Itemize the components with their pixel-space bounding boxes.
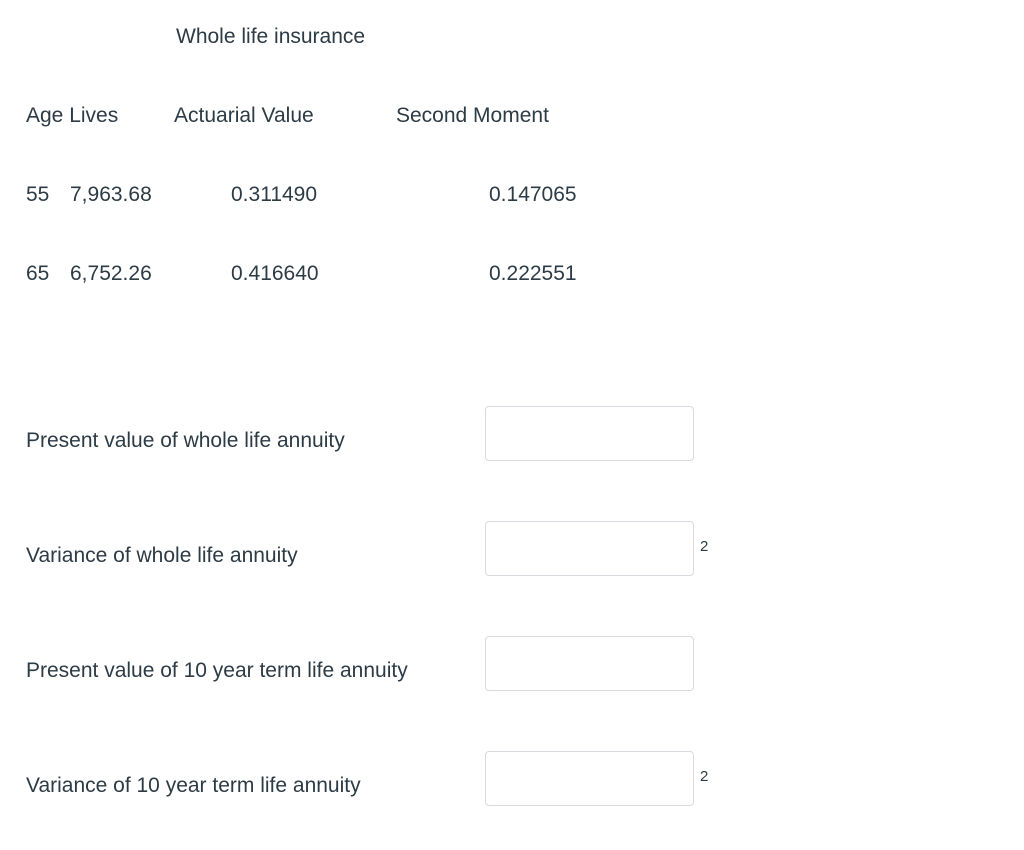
insurance-table: Age Lives Actuarial Value Second Moment … xyxy=(0,98,1024,335)
cell-age: 55 xyxy=(26,183,50,206)
variance-10-year-term-life-annuity-input[interactable] xyxy=(485,751,694,806)
field-label: Present value of whole life annuity xyxy=(26,429,345,452)
table-row: 65 6,752.26 0.416640 0.222551 xyxy=(0,256,1024,335)
form-row-present-value-whole-life-annuity: Present value of whole life annuity xyxy=(0,390,1024,505)
present-value-10-year-term-life-annuity-input[interactable] xyxy=(485,636,694,691)
cell-actuarial-value: 0.311490 xyxy=(231,183,318,206)
column-header-second-moment: Second Moment xyxy=(396,104,549,127)
form-row-present-value-10-year-term-life-annuity: Present value of 10 year term life annui… xyxy=(0,620,1024,735)
column-header-actuarial-value: Actuarial Value xyxy=(174,104,314,127)
page-title: Whole life insurance xyxy=(176,25,366,48)
field-label: Present value of 10 year term life annui… xyxy=(26,659,408,682)
superscript-two: 2 xyxy=(700,538,709,555)
cell-actuarial-value: 0.416640 xyxy=(231,262,319,285)
cell-lives: 6,752.26 xyxy=(70,262,152,285)
cell-lives: 7,963.68 xyxy=(70,183,152,206)
superscript-two: 2 xyxy=(700,768,709,785)
present-value-whole-life-annuity-input[interactable] xyxy=(485,406,694,461)
form-row-variance-whole-life-annuity: Variance of whole life annuity 2 xyxy=(0,505,1024,620)
field-label: Variance of 10 year term life annuity xyxy=(26,774,361,797)
cell-second-moment: 0.222551 xyxy=(489,262,577,285)
form-row-variance-10-year-term-life-annuity: Variance of 10 year term life annuity 2 xyxy=(0,735,1024,850)
answer-form: Present value of whole life annuity Vari… xyxy=(0,390,1024,850)
cell-second-moment: 0.147065 xyxy=(489,183,577,206)
column-header-age-lives: Age Lives xyxy=(26,104,119,127)
worksheet-page: Whole life insurance Age Lives Actuarial… xyxy=(0,0,1024,840)
cell-age: 65 xyxy=(26,262,50,285)
variance-whole-life-annuity-input[interactable] xyxy=(485,521,694,576)
field-label: Variance of whole life annuity xyxy=(26,544,298,567)
table-row: 55 7,963.68 0.311490 0.147065 xyxy=(0,177,1024,256)
table-header-row: Age Lives Actuarial Value Second Moment xyxy=(0,98,1024,177)
